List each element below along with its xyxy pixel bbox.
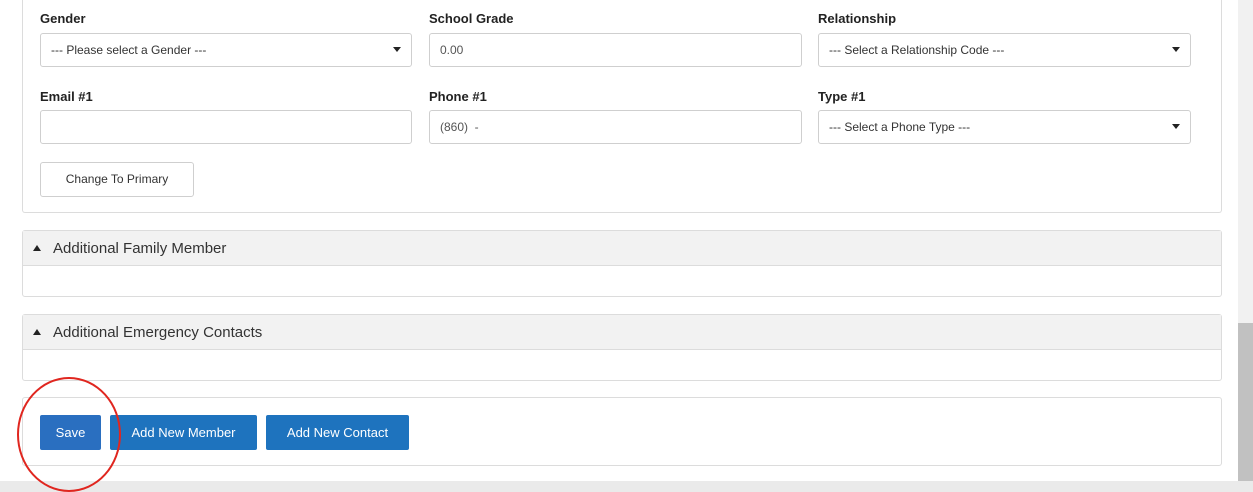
gender-label: Gender: [40, 11, 86, 26]
additional-family-member-panel: Additional Family Member: [22, 230, 1222, 297]
phone1-label: Phone #1: [429, 89, 487, 104]
member-details-card: Gender --- Please select a Gender --- Sc…: [22, 0, 1222, 213]
type1-label: Type #1: [818, 89, 866, 104]
chevron-down-icon: [393, 47, 401, 52]
relationship-select-value: --- Select a Relationship Code ---: [829, 43, 1005, 57]
school-grade-label: School Grade: [429, 11, 514, 26]
email1-input[interactable]: [40, 110, 412, 144]
add-new-contact-button[interactable]: Add New Contact: [266, 415, 409, 450]
phone-type-select[interactable]: --- Select a Phone Type ---: [818, 110, 1191, 144]
add-new-member-button[interactable]: Add New Member: [110, 415, 257, 450]
phone1-input[interactable]: (860) -: [429, 110, 802, 144]
collapse-triangle-icon: [33, 329, 41, 335]
vertical-scrollbar[interactable]: [1238, 0, 1253, 481]
email1-label: Email #1: [40, 89, 93, 104]
panel-title: Additional Family Member: [53, 240, 227, 257]
panel-title: Additional Emergency Contacts: [53, 324, 263, 341]
gender-select[interactable]: --- Please select a Gender ---: [40, 33, 412, 67]
actions-card: Save Add New Member Add New Contact: [22, 397, 1222, 466]
change-to-primary-button[interactable]: Change To Primary: [40, 162, 194, 197]
panel-header[interactable]: Additional Emergency Contacts: [23, 315, 1221, 350]
red-annotation-circle: [17, 377, 121, 492]
chevron-down-icon: [1172, 47, 1180, 52]
school-grade-input[interactable]: 0.00: [429, 33, 802, 67]
panel-header[interactable]: Additional Family Member: [23, 231, 1221, 266]
collapse-triangle-icon: [33, 245, 41, 251]
phone-type-select-value: --- Select a Phone Type ---: [829, 120, 971, 134]
gender-select-value: --- Please select a Gender ---: [51, 43, 207, 57]
page: Gender --- Please select a Gender --- Sc…: [0, 0, 1238, 492]
relationship-label: Relationship: [818, 11, 897, 26]
chevron-down-icon: [1172, 124, 1180, 129]
phone1-value: (860) -: [440, 120, 479, 134]
school-grade-value: 0.00: [440, 43, 464, 57]
additional-emergency-contacts-panel: Additional Emergency Contacts: [22, 314, 1222, 381]
relationship-select[interactable]: --- Select a Relationship Code ---: [818, 33, 1191, 67]
scrollbar-thumb[interactable]: [1238, 323, 1253, 481]
